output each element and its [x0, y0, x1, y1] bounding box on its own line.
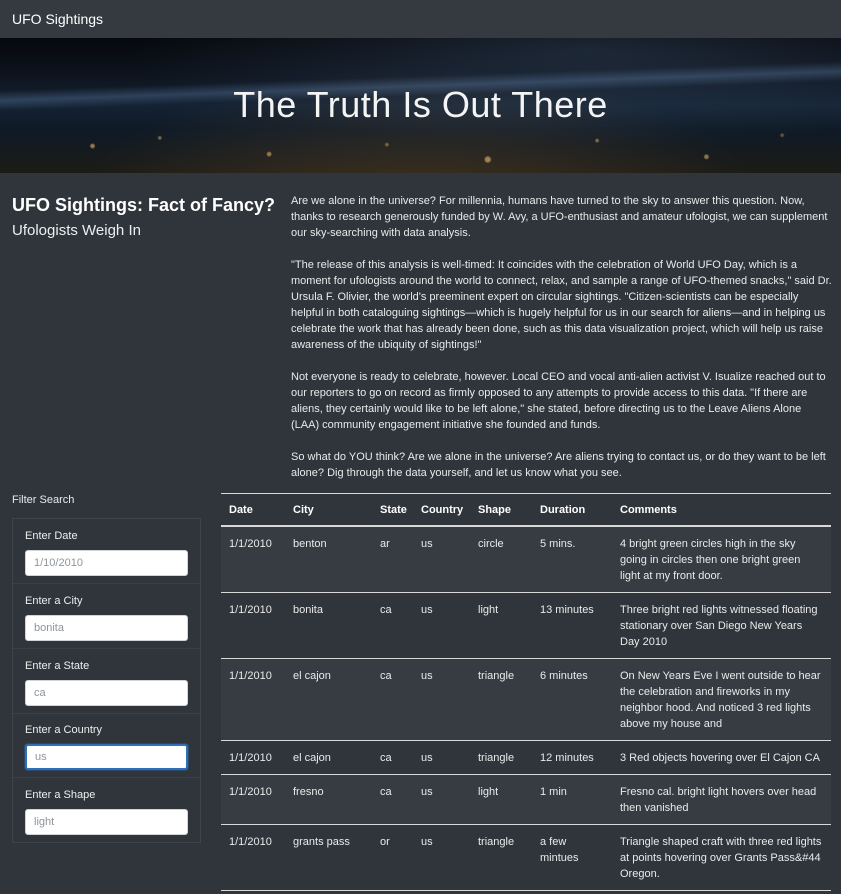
- cell-country: us: [413, 824, 470, 891]
- cell-date: 1/1/2010: [221, 658, 285, 741]
- table-row: 1/1/2010 fresno ca us light 1 min Fresno…: [221, 774, 831, 825]
- table-row: 1/1/2010 bonita ca us light 13 minutes T…: [221, 592, 831, 659]
- cell-duration: 12 minutes: [532, 740, 612, 775]
- filter-panel: Enter Date Enter a City Enter a State En…: [12, 518, 201, 843]
- cell-city: grants pass: [285, 824, 372, 891]
- filter-city: Enter a City: [13, 584, 200, 649]
- cell-city: bonita: [285, 592, 372, 659]
- cell-comments: On New Years Eve I went outside to hear …: [612, 658, 831, 741]
- state-input[interactable]: [25, 680, 188, 706]
- column-header-country: Country: [413, 494, 470, 527]
- city-input[interactable]: [25, 615, 188, 641]
- column-header-duration: Duration: [532, 494, 612, 527]
- article-title: UFO Sightings: Fact of Fancy?: [12, 195, 276, 215]
- cell-duration: a few mintues: [532, 824, 612, 891]
- cell-duration: 1 min: [532, 774, 612, 825]
- cell-country: us: [413, 526, 470, 593]
- article-paragraph: Are we alone in the universe? For millen…: [291, 195, 828, 239]
- cell-state: ca: [372, 658, 413, 741]
- cell-duration: 5 mins.: [532, 526, 612, 593]
- column-header-shape: Shape: [470, 494, 532, 527]
- article-body: Are we alone in the universe? For millen…: [291, 193, 832, 497]
- filter-country-label: Enter a Country: [25, 724, 103, 736]
- cell-shape: light: [470, 774, 532, 825]
- cell-city: el cajon: [285, 658, 372, 741]
- cell-comments: Three bright red lights witnessed floati…: [612, 592, 831, 659]
- sightings-table-container: Date City State Country Shape Duration C…: [221, 493, 831, 891]
- country-input[interactable]: [25, 744, 188, 770]
- cell-duration: 13 minutes: [532, 592, 612, 659]
- navbar: UFO Sightings: [0, 0, 841, 38]
- cell-city: fresno: [285, 774, 372, 825]
- cell-date: 1/1/2010: [221, 592, 285, 659]
- table-header-row: Date City State Country Shape Duration C…: [221, 494, 831, 527]
- cell-state: ca: [372, 740, 413, 775]
- cell-country: us: [413, 774, 470, 825]
- cell-shape: circle: [470, 526, 532, 593]
- cell-date: 1/1/2010: [221, 740, 285, 775]
- cell-date: 1/1/2010: [221, 526, 285, 593]
- shape-input[interactable]: [25, 809, 188, 835]
- navbar-brand[interactable]: UFO Sightings: [12, 11, 103, 27]
- filter-state: Enter a State: [13, 649, 200, 714]
- cell-comments: Fresno cal. bright light hovers over hea…: [612, 774, 831, 825]
- cell-state: ar: [372, 526, 413, 593]
- column-header-date: Date: [221, 494, 285, 527]
- filter-state-label: Enter a State: [25, 660, 90, 672]
- cell-state: or: [372, 824, 413, 891]
- date-input[interactable]: [25, 550, 188, 576]
- hero-title: The Truth Is Out There: [233, 84, 608, 125]
- article-paragraph: "The release of this analysis is well-ti…: [291, 259, 832, 351]
- cell-shape: triangle: [470, 824, 532, 891]
- cell-country: us: [413, 592, 470, 659]
- column-header-state: State: [372, 494, 413, 527]
- cell-comments: 4 bright green circles high in the sky g…: [612, 526, 831, 593]
- column-header-comments: Comments: [612, 494, 831, 527]
- cell-duration: 6 minutes: [532, 658, 612, 741]
- cell-country: us: [413, 740, 470, 775]
- cell-date: 1/1/2010: [221, 824, 285, 891]
- table-row: 1/1/2010 grants pass or us triangle a fe…: [221, 824, 831, 891]
- cell-country: us: [413, 658, 470, 741]
- table-row: 1/1/2010 el cajon ca us triangle 6 minut…: [221, 658, 831, 741]
- hero-banner: The Truth Is Out There: [0, 38, 841, 173]
- sightings-table: Date City State Country Shape Duration C…: [221, 494, 831, 891]
- table-row: 1/1/2010 el cajon ca us triangle 12 minu…: [221, 740, 831, 775]
- filter-shape-label: Enter a Shape: [25, 789, 96, 801]
- filter-search-title: Filter Search: [12, 494, 75, 506]
- filter-date-label: Enter Date: [25, 530, 78, 542]
- cell-shape: triangle: [470, 658, 532, 741]
- filter-shape: Enter a Shape: [13, 778, 200, 843]
- article-paragraph: Not everyone is ready to celebrate, howe…: [291, 371, 826, 431]
- cell-state: ca: [372, 592, 413, 659]
- cell-shape: triangle: [470, 740, 532, 775]
- filter-city-label: Enter a City: [25, 595, 83, 607]
- cell-city: benton: [285, 526, 372, 593]
- cell-comments: 3 Red objects hovering over El Cajon CA: [612, 740, 831, 775]
- article-subtitle: Ufologists Weigh In: [12, 222, 141, 239]
- cell-comments: Triangle shaped craft with three red lig…: [612, 824, 831, 891]
- cell-state: ca: [372, 774, 413, 825]
- cell-date: 1/1/2010: [221, 774, 285, 825]
- article-paragraph: So what do YOU think? Are we alone in th…: [291, 451, 826, 479]
- filter-country: Enter a Country: [13, 713, 200, 778]
- filter-date: Enter Date: [13, 519, 200, 584]
- cell-shape: light: [470, 592, 532, 659]
- column-header-city: City: [285, 494, 372, 527]
- article-heading: UFO Sightings: Fact of Fancy? Ufologists…: [12, 195, 277, 239]
- cell-city: el cajon: [285, 740, 372, 775]
- table-row: 1/1/2010 benton ar us circle 5 mins. 4 b…: [221, 526, 831, 593]
